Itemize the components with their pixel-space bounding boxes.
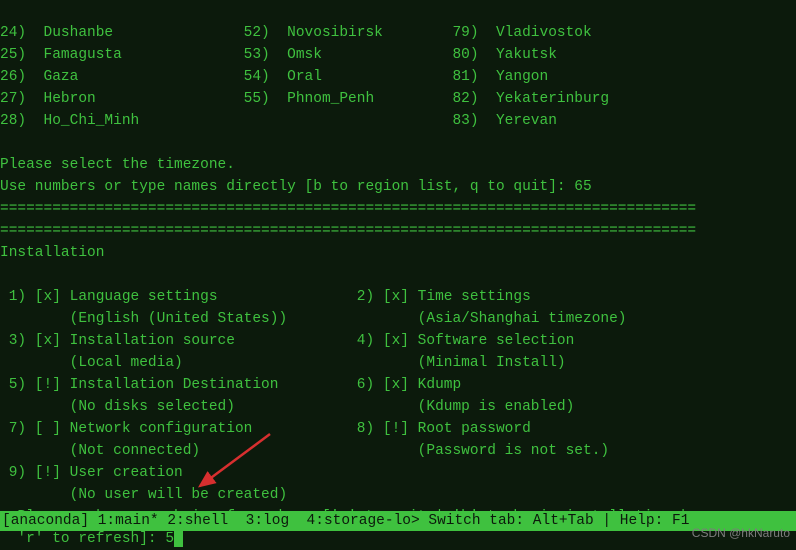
divider-line: ========================================…	[0, 223, 696, 239]
section-title: Installation	[0, 245, 104, 261]
watermark-text: CSDN @hkNaruto	[692, 522, 790, 544]
tmux-status-bar: [anaconda] 1:main* 2:shell 3:log 4:stora…	[0, 511, 796, 531]
choice-input-value[interactable]: 5	[165, 531, 174, 547]
tz-prompt-text: Please select the timezone.	[0, 157, 235, 173]
divider-line: ========================================…	[0, 201, 696, 217]
tz-input-value[interactable]: 65	[574, 179, 591, 195]
cursor-icon	[174, 529, 183, 547]
tz-prompt-input-line: Use numbers or type names directly [b to…	[0, 179, 592, 195]
terminal-output: 24) Dushanbe 52) Novosibirsk 79) Vladivo…	[0, 0, 796, 550]
